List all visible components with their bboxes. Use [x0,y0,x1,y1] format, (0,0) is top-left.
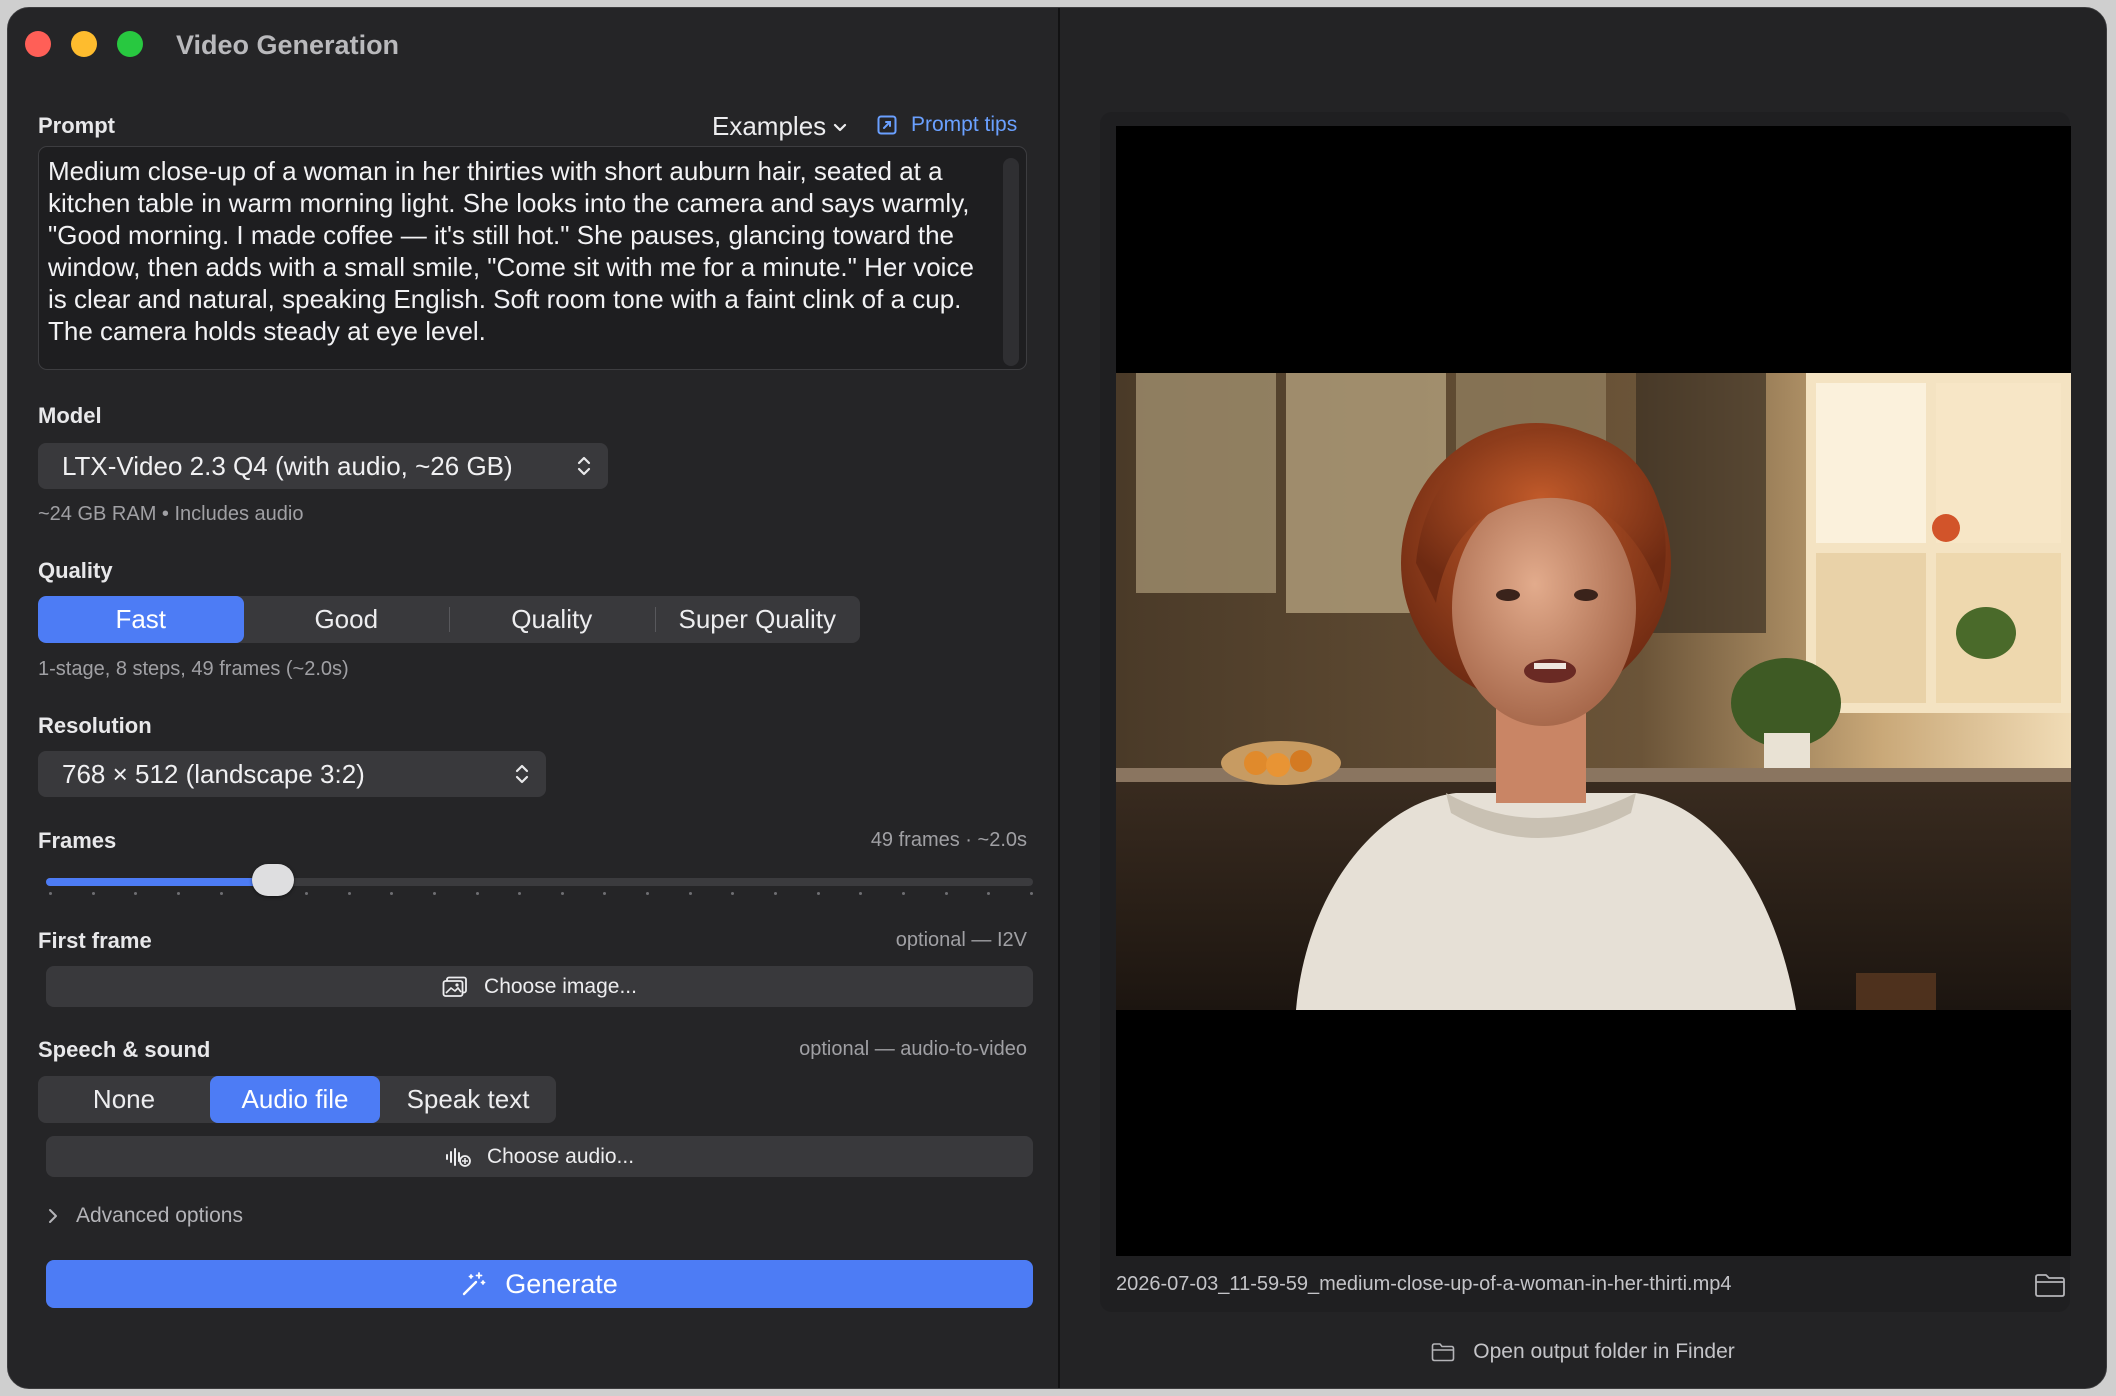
chevron-right-icon [49,1209,57,1223]
updown-chevron-icon [577,456,591,476]
slider-tick [304,892,308,895]
slider-tick [49,892,52,895]
frames-slider-track[interactable] [46,878,1033,886]
advanced-options-disclosure[interactable]: Advanced options [46,1204,243,1228]
frames-slider-fill [46,878,273,886]
zoom-window-button[interactable] [117,31,143,57]
model-selected-value: LTX-Video 2.3 Q4 (with audio, ~26 GB) [62,450,513,481]
kitchen-scene-image [1116,373,2071,1010]
choose-audio-button[interactable]: Choose audio... [46,1136,1033,1177]
frames-label: Frames [38,828,117,853]
quality-option-fast[interactable]: Fast [38,596,244,643]
quality-option-good[interactable]: Good [244,596,450,643]
choose-audio-label: Choose audio... [486,1144,635,1168]
reveal-file-button[interactable] [2034,1272,2066,1298]
frames-value: 49 frames · ~2.0s [870,829,1027,851]
slider-tick [432,892,436,895]
close-window-button[interactable] [25,31,51,57]
external-link-icon [877,115,897,135]
video-frame [1116,373,2071,1010]
slider-tick [944,892,948,895]
prompt-tips-link[interactable]: Prompt tips [877,113,1017,137]
quality-segmented: Fast Good Quality Super Quality [38,596,860,643]
examples-menu[interactable]: Examples [712,111,848,142]
model-hint: ~24 GB RAM • Includes audio [38,503,304,525]
examples-label: Examples [712,111,827,141]
prompt-scrollbar[interactable] [1003,158,1019,366]
frames-slider-ticks [46,892,1033,896]
choose-image-label: Choose image... [484,974,637,998]
first-frame-label: First frame [38,928,152,953]
quality-hint: 1-stage, 8 steps, 49 frames (~2.0s) [38,658,349,680]
speech-hint: optional — audio-to-video [799,1038,1027,1060]
open-output-folder-button[interactable]: Open output folder in Finder [1060,1340,2106,1364]
advanced-options-label: Advanced options [76,1204,243,1227]
window-title: Video Generation [176,30,400,60]
generate-button[interactable]: Generate [46,1260,1033,1308]
choose-image-button[interactable]: Choose image... [46,966,1033,1007]
magic-wand-icon [463,1272,486,1296]
frames-slider-knob[interactable] [252,864,294,896]
slider-tick [347,892,351,895]
slider-tick [560,892,564,895]
chevron-down-icon [834,123,847,131]
preview-pane: 2026-07-03_11-59-59_medium-close-up-of-a… [1060,8,2106,1388]
minimize-window-button[interactable] [71,31,97,57]
slider-tick [219,892,223,895]
app-window: Video Generation Prompt Examples Prompt … [7,7,2107,1389]
speech-segmented: None Audio file Speak text [38,1076,556,1123]
slider-tick [688,892,692,895]
slider-tick [134,892,138,895]
open-output-folder-label: Open output folder in Finder [1473,1340,1735,1363]
speech-option-none[interactable]: None [38,1076,210,1123]
slider-tick [987,892,991,895]
quality-option-quality[interactable]: Quality [449,596,655,643]
slider-tick [902,892,906,895]
model-select[interactable]: LTX-Video 2.3 Q4 (with audio, ~26 GB) [38,443,608,489]
slider-tick [475,892,479,895]
resolution-label: Resolution [38,713,152,738]
prompt-textarea[interactable] [38,146,1027,370]
resolution-select[interactable]: 768 × 512 (landscape 3:2) [38,751,546,797]
folder-icon [1431,1343,1455,1362]
video-player[interactable] [1116,126,2071,1256]
photo-icon [442,976,467,997]
slider-tick [859,892,863,895]
slider-tick [91,892,95,895]
settings-pane: Video Generation Prompt Examples Prompt … [8,8,1058,1388]
prompt-label: Prompt [38,113,115,138]
quality-label: Quality [38,558,113,583]
generate-label: Generate [505,1268,618,1299]
model-label: Model [38,403,102,428]
folder-icon [2035,1274,2065,1297]
slider-tick [176,892,180,895]
first-frame-hint: optional — I2V [895,929,1027,951]
slider-tick [603,892,607,895]
output-filename: 2026-07-03_11-59-59_medium-close-up-of-a… [1116,1273,1732,1295]
slider-tick [390,892,394,895]
waveform-plus-icon [445,1147,471,1167]
slider-tick [816,892,820,895]
speech-option-speak-text[interactable]: Speak text [380,1076,556,1123]
speech-label: Speech & sound [38,1037,211,1062]
slider-tick [731,892,735,895]
slider-tick [646,892,650,895]
updown-chevron-icon [515,764,529,784]
resolution-selected-value: 768 × 512 (landscape 3:2) [62,758,365,789]
slider-tick [774,892,778,895]
prompt-tips-label: Prompt tips [911,113,1018,136]
quality-option-super-quality[interactable]: Super Quality [654,596,861,643]
slider-tick [518,892,522,895]
speech-option-audio-file[interactable]: Audio file [210,1076,380,1123]
slider-tick [1030,892,1033,895]
